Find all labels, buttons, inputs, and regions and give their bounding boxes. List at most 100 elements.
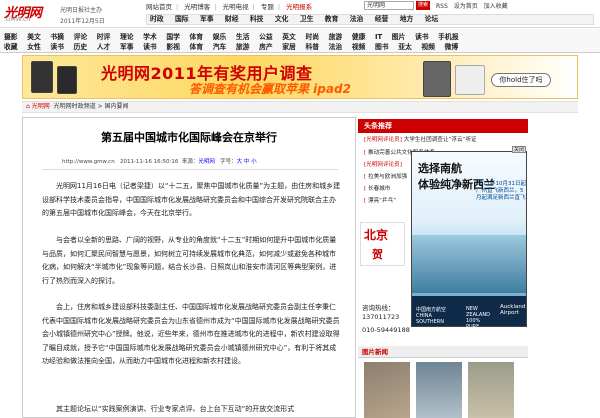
top-link-topic[interactable]: 专题 <box>261 1 274 11</box>
sidebar-link[interactable]: [光明网评论员] 大学生社团调查让“浮云”听证 <box>364 135 477 143</box>
primary-nav: 时政 国际 军事 财经 科技 文化 卫生 教育 法治 经营 地方 论坛 <box>146 14 594 25</box>
nav-item[interactable]: 体育 <box>190 31 204 41</box>
nav-item[interactable]: 财经 <box>225 15 239 24</box>
top-links: 网站首页 | 光明博客 | 光明电视 | 专题 | 光明报系 <box>146 1 313 11</box>
nav-item[interactable]: 国际 <box>175 15 189 24</box>
nav-item[interactable]: 人才 <box>97 41 111 51</box>
nav-item[interactable]: 家居 <box>282 41 296 51</box>
nav-item[interactable]: 生活 <box>236 31 250 41</box>
nav-item[interactable]: 娱乐 <box>213 31 227 41</box>
source-link[interactable]: 光明网 <box>198 157 215 165</box>
nav-item[interactable]: 健康 <box>352 31 366 41</box>
nav-item[interactable]: 汽车 <box>213 41 227 51</box>
nav-item[interactable]: 读书 <box>50 41 64 51</box>
news-photo[interactable] <box>364 362 410 418</box>
nav-item[interactable]: 时政 <box>150 15 164 24</box>
airport-logo: Auckland Airport <box>500 304 526 316</box>
source-label: 来源： <box>181 159 199 165</box>
news-photo[interactable] <box>416 362 462 418</box>
airline-logo: 中国南方航空 CHINA SOUTHERN <box>416 307 447 325</box>
nav-item[interactable]: 理论 <box>120 31 134 41</box>
nav-item[interactable]: 亚太 <box>398 41 412 51</box>
nav-item[interactable]: 法治 <box>329 41 343 51</box>
ad-headline: 选择南航 <box>418 162 462 175</box>
top-link-home[interactable]: 网站首页 <box>146 1 172 11</box>
search-button[interactable]: 搜索 <box>416 1 430 10</box>
article-title: 第五届中国城市化国际峰会在京举行 <box>101 131 277 144</box>
nav-item[interactable]: 评论 <box>74 31 88 41</box>
nav-item[interactable]: 美文 <box>27 31 41 41</box>
sidebar-link[interactable]: [ 长春城市 <box>364 184 390 192</box>
sidebar-promo-text: 贺 <box>372 248 383 261</box>
nz-logo: NEW ZEALAND 100% PURE <box>466 306 490 330</box>
nav-item[interactable]: 军事 <box>120 41 134 51</box>
search-input[interactable]: 光明网 <box>364 1 414 10</box>
divider <box>42 169 338 170</box>
font-size-label: 字号： <box>220 159 237 165</box>
nav-item[interactable]: 图书 <box>375 41 389 51</box>
nav-item[interactable]: 经营 <box>375 15 389 24</box>
home-icon: ⌂ <box>26 103 30 110</box>
breadcrumb: ⌂ 光明网 光明网时政频道 > 国内要闻 <box>22 101 578 113</box>
nav-item[interactable]: 时评 <box>97 31 111 41</box>
nav-item[interactable]: IT <box>375 33 382 41</box>
nav-item[interactable]: 微博 <box>445 41 459 51</box>
nav-item[interactable]: 摄影 <box>4 31 18 41</box>
ad-close-button[interactable]: 关闭 <box>512 146 526 153</box>
nav-item[interactable]: 旅游 <box>329 31 343 41</box>
nav-item[interactable]: 读书 <box>143 41 157 51</box>
nav-item[interactable]: 教育 <box>325 15 339 24</box>
nav-item[interactable]: 视频 <box>421 41 435 51</box>
breadcrumb-path[interactable]: 光明网时政频道 > 国内要闻 <box>54 102 129 112</box>
page-date: 2011年12月5日 <box>60 18 105 25</box>
nav-item[interactable]: 文化 <box>275 15 289 24</box>
nav-item[interactable]: 公益 <box>259 31 273 41</box>
sidebar-link[interactable]: [ 漂亮“乒乓” <box>364 196 396 204</box>
nav-item[interactable]: 科普 <box>305 41 319 51</box>
nav-item[interactable]: 书摘 <box>50 31 64 41</box>
nav-item[interactable]: 房产 <box>259 41 273 51</box>
nav-item[interactable]: 时尚 <box>305 31 319 41</box>
utility-links: RSS 设为首页 加入收藏 <box>436 1 512 10</box>
nav-item[interactable]: 英文 <box>282 31 296 41</box>
top-link-tv[interactable]: 光明电视 <box>223 1 249 11</box>
nav-item[interactable]: 地方 <box>400 15 414 24</box>
sidebar-link[interactable]: [ 拉美与欧洲加强 <box>364 172 407 180</box>
nav-item[interactable]: 论坛 <box>425 15 439 24</box>
nav-item[interactable]: 女性 <box>27 41 41 51</box>
article-meta: http://www.gmw.cn 2011-11-16 16:50:16 来源… <box>62 157 257 165</box>
bookmark-link[interactable]: 加入收藏 <box>484 1 508 10</box>
rss-link[interactable]: RSS <box>436 3 448 10</box>
nav-item[interactable]: 旅游 <box>236 41 250 51</box>
nav-item[interactable]: 历史 <box>74 41 88 51</box>
survey-banner[interactable]: 光明网2011年有奖用户调查 答调查有机会赢取苹果 ipad2 你hold住了吗 <box>22 55 578 99</box>
tablet-image <box>423 61 451 97</box>
nav-item[interactable]: 国学 <box>166 31 180 41</box>
nav-item[interactable]: 影视 <box>166 41 180 51</box>
nav-item[interactable]: 收藏 <box>4 41 18 51</box>
nav-item[interactable]: 体育 <box>190 41 204 51</box>
nav-item[interactable]: 科技 <box>250 15 264 24</box>
news-photo[interactable] <box>468 362 514 418</box>
sidebar-link[interactable]: [光明网评论员] <box>364 160 404 168</box>
nav-item[interactable]: 法治 <box>350 15 364 24</box>
ad-beach-photo <box>412 235 526 293</box>
breadcrumb-home[interactable]: 光明网 <box>32 102 50 112</box>
nav-item[interactable]: 手机报 <box>438 31 458 41</box>
nav-item[interactable]: 卫生 <box>300 15 314 24</box>
top-link-blog[interactable]: 光明博客 <box>184 1 210 11</box>
set-home-link[interactable]: 设为首页 <box>454 1 478 10</box>
nav-item[interactable]: 读书 <box>415 31 429 41</box>
hotline-number: 137011723 <box>362 313 400 321</box>
nav-item[interactable]: 军事 <box>200 15 214 24</box>
font-size-options[interactable]: 大 中 小 <box>237 157 257 165</box>
article-paragraph: 与会者以全新的思路、广阔的视野，从专业的角度就“十二五”时期如何提升中国城市化质… <box>42 236 337 285</box>
secondary-nav-row2: 收藏 女性 读书 历史 人才 军事 读书 影视 体育 汽车 旅游 房产 家居 科普 法治 视频 图书 亚太 视频 微博 <box>4 41 468 51</box>
nav-item[interactable]: 学术 <box>143 31 157 41</box>
nav-item[interactable]: 视频 <box>352 41 366 51</box>
top-link-papers[interactable]: 光明报系 <box>286 1 312 11</box>
nav-item[interactable]: 图片 <box>392 31 406 41</box>
sidebar-promo-text: 北京 <box>364 228 389 242</box>
article-url[interactable]: http://www.gmw.cn <box>62 159 115 165</box>
picture-news-header: 图片新闻 <box>358 346 528 358</box>
